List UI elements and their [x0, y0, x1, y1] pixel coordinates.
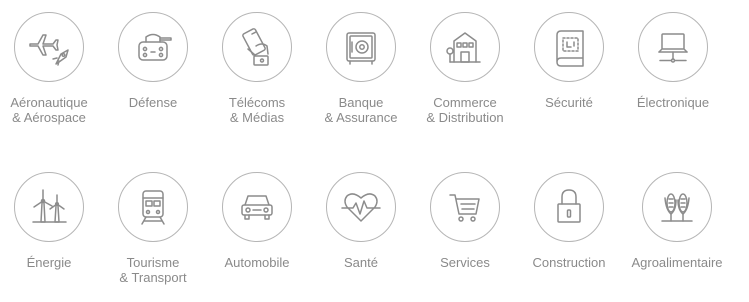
industry-banque[interactable]: Banque & Assurance — [307, 12, 415, 125]
industry-label: Santé — [344, 255, 378, 270]
icon-circle — [326, 172, 396, 242]
industry-telecoms[interactable]: Télécoms & Médias — [203, 12, 311, 125]
industry-construction[interactable]: Construction — [515, 172, 623, 270]
industry-tourisme[interactable]: Tourisme & Transport — [99, 172, 207, 285]
icon-circle — [14, 172, 84, 242]
industry-label: Banque & Assurance — [324, 95, 398, 125]
corn-icon — [661, 193, 693, 222]
laptop-network-icon — [658, 33, 688, 63]
industry-services[interactable]: Services — [411, 172, 519, 270]
icon-circle — [534, 12, 604, 82]
industry-label: Sécurité — [545, 95, 593, 110]
industry-energie[interactable]: Énergie — [0, 172, 103, 270]
industry-defense[interactable]: Défense — [99, 12, 207, 110]
safe-icon — [346, 32, 376, 65]
wind-turbine-icon — [32, 189, 67, 223]
industry-label: Électronique — [636, 95, 710, 110]
industry-label: Automobile — [224, 255, 290, 270]
icon-circle — [642, 172, 712, 242]
phone-hand-icon — [242, 28, 269, 66]
industry-label: Aéronautique & Aérospace — [10, 95, 88, 125]
icon-circle — [118, 172, 188, 242]
blueprint-icon — [556, 30, 584, 67]
industry-grid: Aéronautique & Aérospace Défense Télécom… — [0, 0, 749, 302]
industry-electronique[interactable]: Électronique — [619, 12, 727, 110]
industry-securite[interactable]: Sécurité — [515, 12, 623, 110]
icon-circle — [638, 12, 708, 82]
icon-circle — [118, 12, 188, 82]
icon-circle — [430, 172, 500, 242]
icon-circle — [222, 172, 292, 242]
padlock-icon — [557, 189, 581, 223]
icon-circle — [14, 12, 84, 82]
heart-pulse-icon — [341, 193, 381, 222]
car-icon — [241, 195, 273, 220]
shopping-cart-icon — [449, 194, 480, 222]
icon-circle — [326, 12, 396, 82]
industry-label: Tourisme & Transport — [119, 255, 187, 285]
industry-sante[interactable]: Santé — [307, 172, 415, 270]
icon-circle — [430, 12, 500, 82]
industry-aeronautique[interactable]: Aéronautique & Aérospace — [0, 12, 103, 125]
industry-label: Construction — [532, 255, 606, 270]
airplane-rocket-icon — [29, 34, 69, 66]
industry-label: Services — [440, 255, 490, 270]
train-icon — [141, 190, 165, 225]
industry-label: Défense — [128, 95, 178, 110]
icon-circle — [222, 12, 292, 82]
industry-label: Énergie — [26, 255, 72, 270]
industry-label: Télécoms & Médias — [228, 95, 286, 125]
storefront-icon — [446, 32, 481, 63]
industry-label: Agroalimentaire — [631, 255, 723, 270]
industry-automobile[interactable]: Automobile — [203, 172, 311, 270]
industry-agroalimentaire[interactable]: Agroalimentaire — [623, 172, 731, 270]
tank-icon — [138, 33, 172, 61]
industry-commerce[interactable]: Commerce & Distribution — [411, 12, 519, 125]
industry-label: Commerce & Distribution — [426, 95, 504, 125]
icon-circle — [534, 172, 604, 242]
